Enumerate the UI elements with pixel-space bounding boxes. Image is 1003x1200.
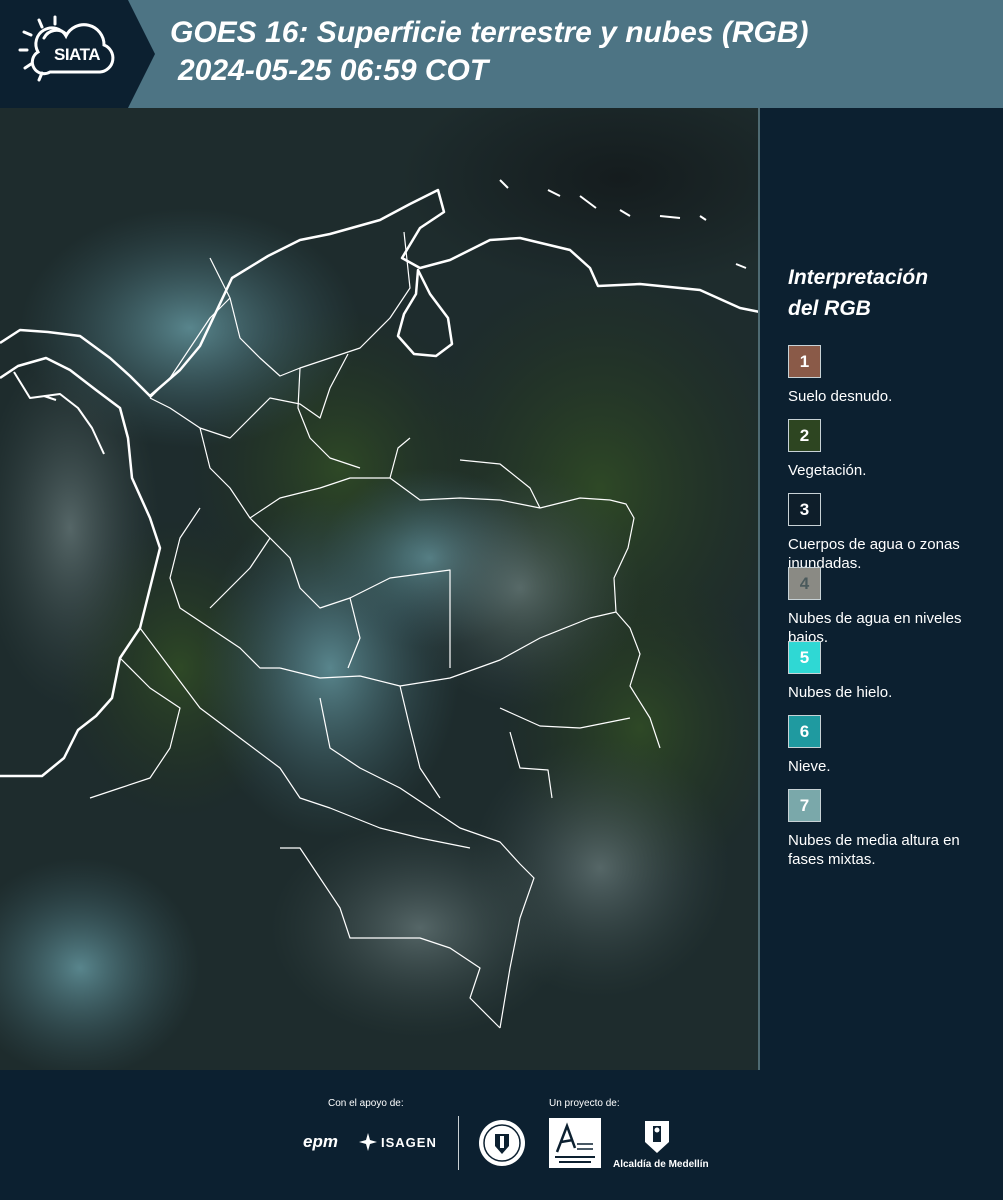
legend-label: Nubes de media altura en fases mixtas. (788, 832, 960, 868)
legend-title-line-2: del RGB (788, 297, 871, 320)
legend-title: Interpretación del RGB (788, 262, 928, 324)
epm-logo: epm (303, 1132, 338, 1151)
legend-title-line-1: Interpretación (788, 266, 929, 289)
legend-swatch: 1 (788, 345, 821, 378)
map-divider (758, 108, 760, 1070)
alcaldia-label: Alcaldía de Medellín (613, 1159, 709, 1170)
satellite-image (0, 108, 760, 1070)
legend-swatch: 6 (788, 715, 821, 748)
footer-divider (458, 1116, 459, 1170)
header-bar: SIATA GOES 16: Superficie terrestre y nu… (0, 0, 1003, 108)
title-line-2: 2024-05-25 06:59 COT (178, 54, 489, 87)
legend-swatch: 7 (788, 789, 821, 822)
isagen-star-icon (359, 1133, 377, 1151)
legend-list: 1 Suelo desnudo. 2 Vegetación. 3 Cuerpos… (788, 345, 978, 868)
isagen-logo: ISAGEN (381, 1135, 437, 1150)
support-label: Con el apoyo de: (328, 1098, 404, 1109)
footer: Con el apoyo de: Un proyecto de: epm ISA… (0, 1070, 1003, 1200)
legend-item: 6 Nieve. (788, 715, 978, 789)
page-title: GOES 16: Superficie terrestre y nubes (R… (170, 14, 809, 90)
legend-swatch: 3 (788, 493, 821, 526)
legend-item: 5 Nubes de hielo. (788, 641, 978, 715)
legend-item: 1 Suelo desnudo. (788, 345, 978, 419)
legend-swatch: 5 (788, 641, 821, 674)
legend-item: 4 Nubes de agua en niveles bajos. (788, 567, 978, 646)
medellin-university-seal-icon (479, 1120, 525, 1166)
legend-item: 7 Nubes de media altura en fases mixtas. (788, 789, 978, 868)
satellite-map (0, 108, 760, 1070)
legend-swatch: 4 (788, 567, 821, 600)
project-label: Un proyecto de: (549, 1098, 620, 1109)
legend-item: 2 Vegetación. (788, 419, 978, 493)
title-line-1: GOES 16: Superficie terrestre y nubes (R… (170, 16, 809, 49)
area-metropolitana-logo-icon (549, 1118, 601, 1168)
legend-label: Nubes de hielo. (788, 684, 893, 701)
legend-label: Vegetación. (788, 462, 867, 479)
legend-item: 3 Cuerpos de agua o zonas inundadas. (788, 493, 978, 572)
alcaldia-shield-icon (645, 1121, 669, 1153)
siata-logo: SIATA (0, 0, 155, 108)
legend-label: Suelo desnudo. (788, 388, 893, 405)
logo-text: SIATA (54, 45, 100, 64)
legend-swatch: 2 (788, 419, 821, 452)
legend-label: Nieve. (788, 758, 831, 775)
